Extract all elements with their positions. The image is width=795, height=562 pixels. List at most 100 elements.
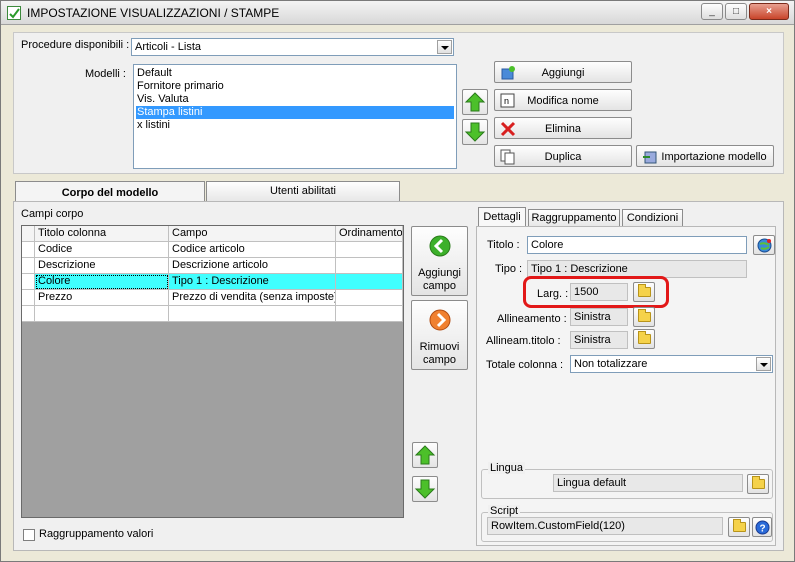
allineam-titolo-field[interactable]: Sinistra — [570, 331, 628, 349]
grid-corner — [22, 226, 35, 242]
tab-condizioni[interactable]: Condizioni — [622, 209, 683, 227]
folder-icon — [752, 476, 765, 489]
arrow-up-icon — [464, 92, 486, 112]
help-icon: ? — [755, 520, 770, 535]
close-button[interactable]: × — [749, 3, 789, 20]
table-cell-selected[interactable] — [336, 274, 403, 290]
procedure-label: Procedure disponibili : — [21, 39, 130, 51]
row-selector[interactable] — [22, 274, 35, 290]
folder-icon — [638, 331, 651, 344]
row-selector[interactable] — [22, 242, 35, 258]
table-cell[interactable]: Codice articolo — [169, 242, 336, 258]
campi-grid[interactable]: Titolo colonna Campo Ordinamento Codice … — [21, 225, 404, 518]
title-bar: IMPOSTAZIONE VISUALIZZAZIONI / STAMPE _ … — [1, 1, 794, 25]
rimuovi-campo-line1: Rimuovi — [419, 341, 460, 353]
column-header[interactable]: Titolo colonna — [35, 226, 169, 242]
modelli-label: Modelli : — [85, 68, 126, 80]
table-cell[interactable] — [336, 290, 403, 306]
lingua-group-label: Lingua — [488, 462, 526, 474]
table-cell-selected[interactable]: Tipo 1 : Descrizione — [169, 274, 336, 290]
window-title: IMPOSTAZIONE VISUALIZZAZIONI / STAMPE — [27, 6, 280, 20]
table-cell[interactable] — [35, 306, 169, 322]
table-cell[interactable]: Descrizione — [35, 258, 169, 274]
campi-corpo-label: Campi corpo — [21, 208, 84, 220]
tipo-value: Tipo 1 : Descrizione — [531, 263, 628, 275]
table-cell[interactable] — [336, 258, 403, 274]
procedure-value: Articoli - Lista — [135, 41, 202, 53]
globe-icon — [757, 238, 772, 253]
table-cell[interactable]: Descrizione articolo — [169, 258, 336, 274]
column-header[interactable]: Ordinamento — [336, 226, 403, 242]
chevron-down-icon[interactable] — [437, 40, 452, 54]
aggiungi-campo-button[interactable]: Aggiungi campo — [411, 226, 468, 296]
chevron-down-icon[interactable] — [756, 357, 771, 371]
minimize-button[interactable]: _ — [701, 3, 723, 20]
table-cell[interactable] — [336, 242, 403, 258]
raggruppamento-valori-checkbox[interactable] — [23, 529, 35, 541]
row-selector[interactable] — [22, 306, 35, 322]
allineam-titolo-browse-button[interactable] — [633, 329, 655, 349]
table-cell[interactable] — [336, 306, 403, 322]
list-item-selected[interactable]: Stampa listini — [136, 106, 454, 119]
table-cell[interactable]: Prezzo di vendita (senza imposte) — [169, 290, 336, 306]
arrow-left-icon — [429, 235, 451, 257]
lingua-group: Lingua Lingua default — [481, 462, 773, 499]
allineamento-browse-button[interactable] — [633, 307, 655, 327]
field-down-button[interactable] — [412, 476, 438, 502]
modelli-list[interactable]: Default Fornitore primario Vis. Valuta S… — [133, 64, 457, 169]
list-item[interactable]: Vis. Valuta — [136, 93, 454, 106]
row-selector[interactable] — [22, 258, 35, 274]
rimuovi-campo-button[interactable]: Rimuovi campo — [411, 300, 468, 370]
move-down-button[interactable] — [462, 119, 488, 145]
aggiungi-button[interactable]: Aggiungi — [494, 61, 632, 83]
folder-icon — [638, 309, 651, 322]
duplica-label: Duplica — [544, 151, 582, 163]
script-field[interactable]: RowItem.CustomField(120) — [487, 517, 723, 535]
allineamento-value: Sinistra — [574, 311, 611, 323]
table-cell[interactable] — [169, 306, 336, 322]
corpo-panel: Campi corpo Titolo colonna Campo Ordinam… — [13, 201, 784, 551]
list-item[interactable]: x listini — [136, 119, 454, 132]
arrow-right-icon — [429, 309, 451, 331]
elimina-button[interactable]: Elimina — [494, 117, 632, 139]
column-header[interactable]: Campo — [169, 226, 336, 242]
row-selector[interactable] — [22, 290, 35, 306]
titolo-input[interactable]: Colore — [527, 236, 747, 254]
tab-dettagli[interactable]: Dettagli — [478, 207, 526, 227]
lingua-browse-button[interactable] — [747, 474, 769, 494]
duplica-button[interactable]: Duplica — [494, 145, 632, 167]
maximize-button[interactable]: □ — [725, 3, 747, 20]
tab-raggruppamento[interactable]: Raggruppamento — [528, 209, 620, 227]
totale-colonna-select[interactable]: Non totalizzare — [570, 355, 773, 373]
totale-colonna-value: Non totalizzare — [574, 358, 648, 370]
script-browse-button[interactable] — [728, 517, 750, 537]
procedure-select[interactable]: Articoli - Lista — [131, 38, 454, 56]
move-up-button[interactable] — [462, 89, 488, 115]
aggiungi-label: Aggiungi — [541, 67, 585, 79]
arrow-down-icon — [414, 479, 436, 499]
arrow-down-icon — [464, 122, 486, 142]
modifica-nome-button[interactable]: n Modifica nome — [494, 89, 632, 111]
titolo-label: Titolo : — [487, 239, 520, 251]
list-item[interactable]: Default — [136, 67, 454, 80]
script-help-button[interactable]: ? — [752, 517, 772, 537]
window: IMPOSTAZIONE VISUALIZZAZIONI / STAMPE _ … — [0, 0, 795, 562]
allineamento-field[interactable]: Sinistra — [570, 308, 628, 326]
table-cell[interactable]: Prezzo — [35, 290, 169, 306]
importazione-modello-button[interactable]: Importazione modello — [636, 145, 774, 167]
script-group-label: Script — [488, 505, 521, 517]
highlight-annotation — [523, 276, 669, 308]
table-cell-selected[interactable]: Colore — [35, 274, 169, 290]
elimina-label: Elimina — [544, 123, 582, 135]
list-item[interactable]: Fornitore primario — [136, 80, 454, 93]
tab-utenti[interactable]: Utenti abilitati — [206, 181, 400, 202]
field-up-button[interactable] — [412, 442, 438, 468]
table-cell[interactable]: Codice — [35, 242, 169, 258]
totale-colonna-label: Totale colonna : — [486, 359, 564, 371]
raggruppamento-valori-label: Raggruppamento valori — [39, 528, 154, 540]
app-check-icon — [7, 6, 21, 20]
script-group: Script RowItem.CustomField(120) ? — [481, 505, 773, 542]
translate-button[interactable] — [753, 235, 775, 255]
aggiungi-campo-line1: Aggiungi — [418, 267, 461, 279]
allineamento-label: Allineamento : — [497, 313, 567, 325]
